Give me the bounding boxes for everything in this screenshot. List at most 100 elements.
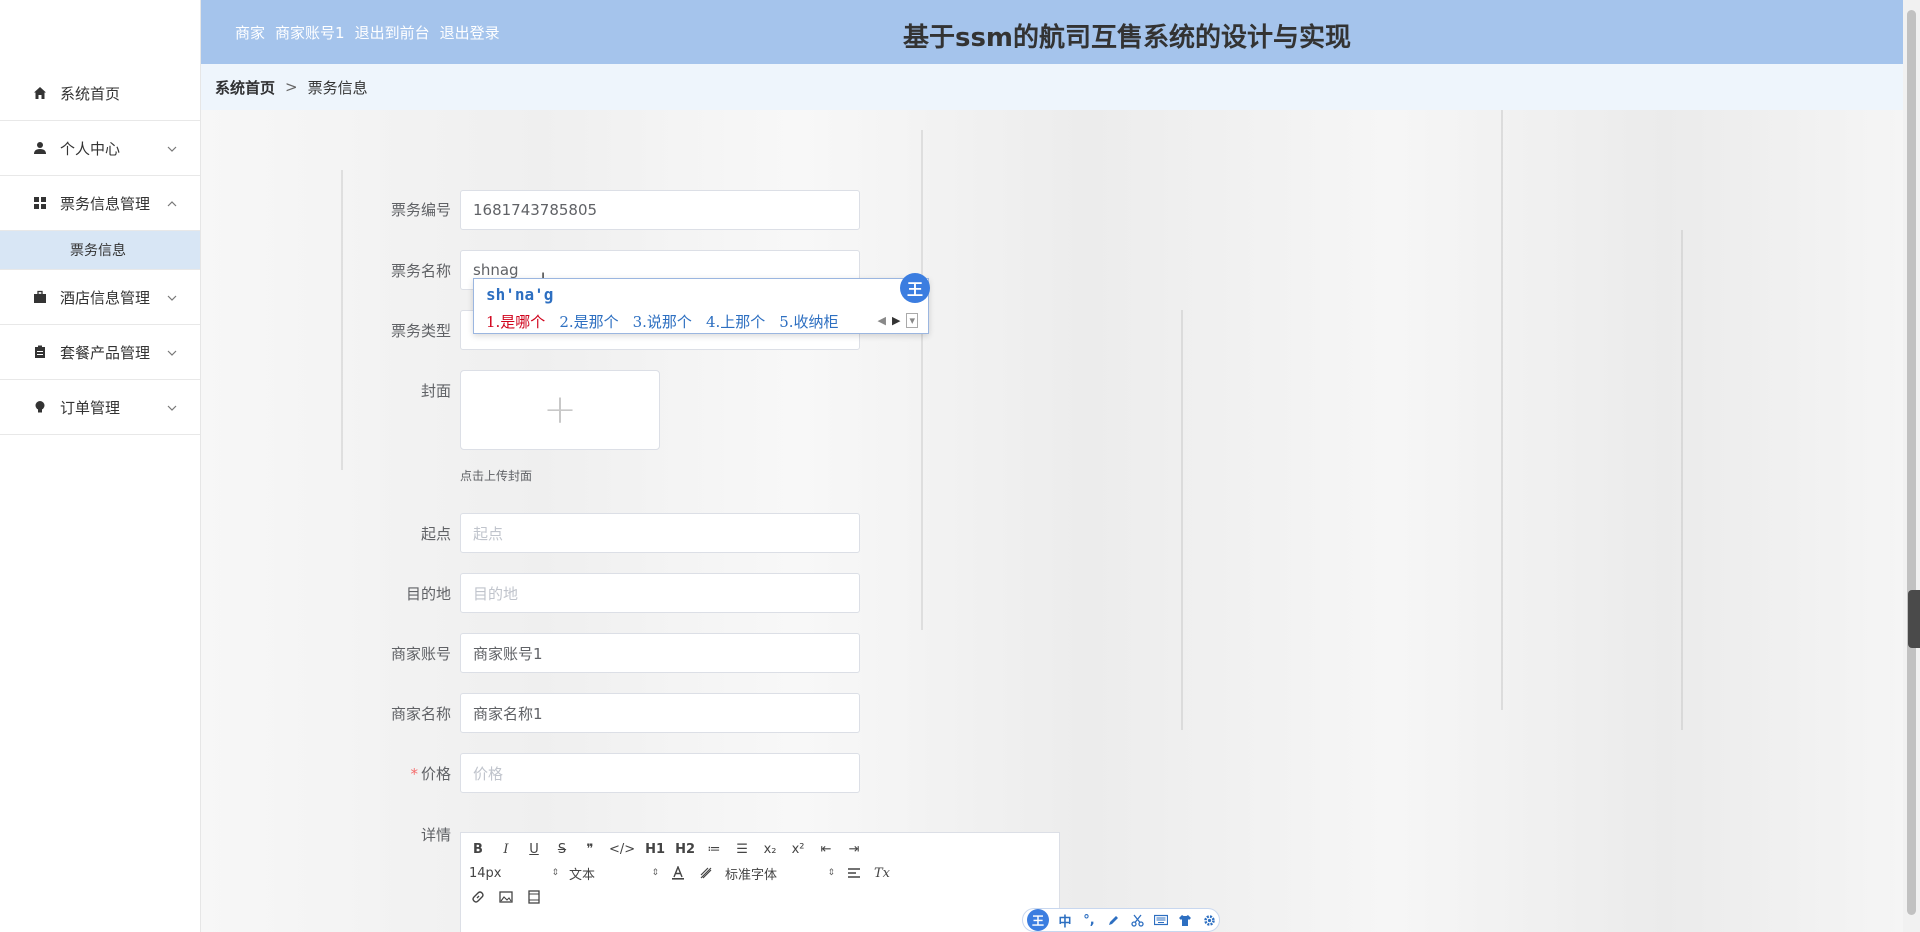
subscript-button[interactable]: x₂ xyxy=(761,840,779,858)
page-title: 基于ssm的航司互售系统的设计与实现 xyxy=(902,23,1352,53)
ime-expand-icon[interactable]: ▾ xyxy=(906,313,918,328)
heading2-button[interactable]: H2 xyxy=(675,840,695,858)
background-texture xyxy=(1501,110,1503,710)
required-mark: * xyxy=(410,765,418,783)
detail-editor[interactable]: B I U S ❞ </> H1 H2 ≔ ☰ x₂ x² ⇤ ⇥ 14px ⇕ … xyxy=(460,832,1060,932)
ime-candidate[interactable]: 4.上那个 xyxy=(706,311,765,332)
strike-button[interactable]: S xyxy=(553,840,571,858)
sidebar: 系统首页 个人中心 票务信息管理 票务信息 酒店信息管理 套餐产品管理 订单管理 xyxy=(0,0,201,932)
user-icon xyxy=(32,140,48,156)
keyboard-icon[interactable] xyxy=(1153,912,1169,928)
video-icon[interactable] xyxy=(525,888,543,906)
vertical-scrollbar[interactable] xyxy=(1903,0,1920,932)
scrollbar-thumb[interactable] xyxy=(1907,10,1916,915)
ime-candidate[interactable]: 2.是那个 xyxy=(559,311,618,332)
destination-input[interactable]: 目的地 xyxy=(460,573,860,613)
side-tab-handle[interactable] xyxy=(1908,590,1920,648)
clipboard-icon xyxy=(32,344,48,360)
align-icon[interactable] xyxy=(845,864,863,882)
font-family-select[interactable]: 标准字体 ⇕ xyxy=(725,864,835,883)
breadcrumb-home[interactable]: 系统首页 xyxy=(215,77,275,98)
breadcrumb-current: 票务信息 xyxy=(307,78,368,97)
font-size-select[interactable]: 14px ⇕ xyxy=(469,864,559,882)
bold-button[interactable]: B xyxy=(469,840,487,858)
merchant-name-input[interactable]: 商家名称1 xyxy=(460,693,860,733)
price-input[interactable]: 价格 xyxy=(460,753,860,793)
block-type-value: 文本 xyxy=(569,867,596,883)
price-label: * 价格 xyxy=(201,763,451,784)
sidebar-item-ticket-mgmt[interactable]: 票务信息管理 xyxy=(0,176,200,231)
ime-candidate[interactable]: 1.是哪个 xyxy=(486,311,545,332)
origin-input[interactable]: 起点 xyxy=(460,513,860,553)
ticket-name-label: 票务名称 xyxy=(390,262,451,280)
toolbar-row: 14px ⇕ 文本 ⇕ 标准字体 ⇕ Tx xyxy=(469,861,1053,885)
background-texture xyxy=(1181,310,1183,730)
ime-candidate-popup: sh'na'g 1.是哪个 2.是那个 3.说那个 4.上那个 5.收纳柜 ◀ … xyxy=(473,273,930,334)
ticket-no-label: 票务编号 xyxy=(390,201,451,219)
underline-button[interactable]: U xyxy=(525,840,543,858)
price-label-text: 价格 xyxy=(420,765,451,783)
breadcrumb-separator: > xyxy=(285,78,298,96)
font-size-value: 14px xyxy=(469,865,502,881)
chevron-down-icon xyxy=(166,345,178,357)
sidebar-item-label: 套餐产品管理 xyxy=(60,343,151,362)
ime-status-bar: 王 中 °, xyxy=(1022,908,1220,932)
destination-label: 目的地 xyxy=(405,585,451,603)
settings-gear-icon[interactable] xyxy=(1201,912,1217,928)
sidebar-item-label: 票务信息管理 xyxy=(60,194,151,213)
pen-icon[interactable] xyxy=(1105,912,1121,928)
ime-mode-toggle[interactable]: 中 xyxy=(1057,912,1073,930)
cover-uploader[interactable]: + xyxy=(460,370,660,450)
background-texture xyxy=(921,130,923,630)
scissors-icon[interactable] xyxy=(1129,912,1145,928)
clear-format-button[interactable]: Tx xyxy=(873,864,891,882)
outdent-button[interactable]: ⇤ xyxy=(817,840,835,858)
toolbar-row: B I U S ❞ </> H1 H2 ≔ ☰ x₂ x² ⇤ ⇥ xyxy=(469,837,1053,861)
chevron-up-icon xyxy=(166,196,178,208)
sidebar-item-home[interactable]: 系统首页 xyxy=(0,66,200,121)
detail-label: 详情 xyxy=(420,826,451,844)
origin-label: 起点 xyxy=(420,525,451,543)
bullet-list-button[interactable]: ☰ xyxy=(733,840,751,858)
toolbar-row xyxy=(469,885,1053,909)
ime-punct-toggle[interactable]: °, xyxy=(1081,912,1097,928)
image-icon[interactable] xyxy=(497,888,515,906)
ime-logo-icon: 王 xyxy=(900,273,930,303)
ordered-list-button[interactable]: ≔ xyxy=(705,840,723,858)
sidebar-item-personal[interactable]: 个人中心 xyxy=(0,121,200,176)
block-type-select[interactable]: 文本 ⇕ xyxy=(569,864,659,883)
heading1-button[interactable]: H1 xyxy=(645,840,665,858)
sidebar-item-hotel-mgmt[interactable]: 酒店信息管理 xyxy=(0,270,200,325)
link-icon[interactable] xyxy=(469,888,487,906)
code-block-button[interactable]: </> xyxy=(609,840,635,858)
font-family-value: 标准字体 xyxy=(725,867,778,883)
sidebar-item-order-mgmt[interactable]: 订单管理 xyxy=(0,380,200,435)
breadcrumb: 系统首页 > 票务信息 xyxy=(201,64,1903,110)
ime-candidate[interactable]: 5.收纳柜 xyxy=(779,311,838,332)
sidebar-item-package-mgmt[interactable]: 套餐产品管理 xyxy=(0,325,200,380)
ime-composition: sh'na'g xyxy=(486,285,554,304)
ime-next-icon[interactable]: ▶ xyxy=(892,314,900,327)
ime-candidate[interactable]: 3.说那个 xyxy=(633,311,692,332)
ime-candidate-list: 1.是哪个 2.是那个 3.说那个 4.上那个 5.收纳柜 xyxy=(486,311,839,332)
italic-button[interactable]: I xyxy=(497,840,515,858)
indent-button[interactable]: ⇥ xyxy=(845,840,863,858)
ticket-type-label: 票务类型 xyxy=(390,322,451,340)
sidebar-item-label: 订单管理 xyxy=(60,398,121,417)
ticket-no-input[interactable]: 1681743785805 xyxy=(460,190,860,230)
sidebar-item-label: 系统首页 xyxy=(60,84,121,103)
skin-icon[interactable] xyxy=(1177,912,1193,928)
select-arrows-icon: ⇕ xyxy=(551,868,559,878)
editor-toolbar: B I U S ❞ </> H1 H2 ≔ ☰ x₂ x² ⇤ ⇥ 14px ⇕ … xyxy=(461,833,1061,913)
background-color-icon[interactable] xyxy=(697,864,715,882)
superscript-button[interactable]: x² xyxy=(789,840,807,858)
blockquote-button[interactable]: ❞ xyxy=(581,840,599,858)
merchant-account-input[interactable]: 商家账号1 xyxy=(460,633,860,673)
font-color-icon[interactable] xyxy=(669,864,687,882)
ime-prev-icon[interactable]: ◀ xyxy=(878,314,886,327)
sidebar-subitem-label: 票务信息 xyxy=(70,243,126,259)
ime-nav: ◀ ▶ ▾ xyxy=(878,313,918,328)
sidebar-subitem-ticket-info[interactable]: 票务信息 xyxy=(0,231,200,270)
grid-icon xyxy=(32,195,48,211)
ime-logo-icon[interactable]: 王 xyxy=(1027,909,1049,931)
